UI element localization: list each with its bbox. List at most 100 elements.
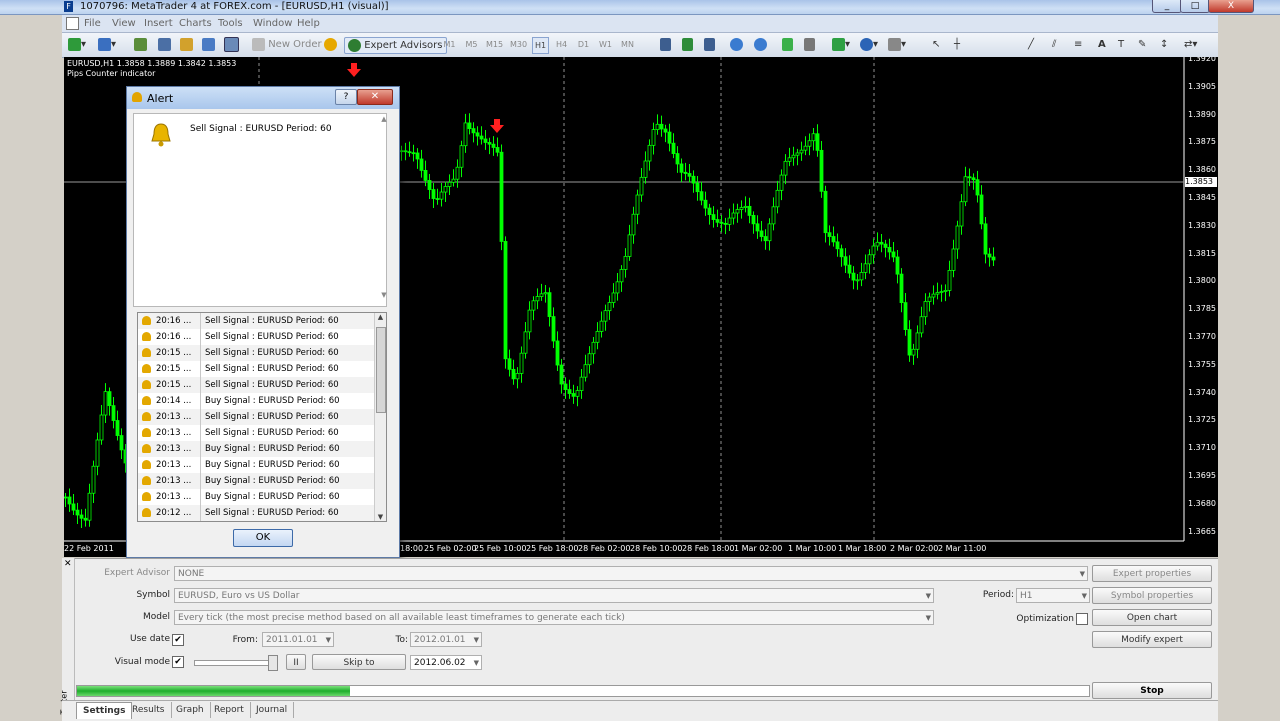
alert-list-scrollbar[interactable]: ▲ ▼: [374, 313, 386, 521]
navigator-icon[interactable]: [180, 37, 193, 52]
to-date-picker[interactable]: 2012.01.01 ▼: [410, 632, 482, 647]
menu-charts[interactable]: Charts: [179, 18, 212, 29]
use-date-checkbox[interactable]: ✔: [172, 634, 184, 646]
maximize-button[interactable]: □: [1180, 0, 1210, 13]
autoscroll-icon[interactable]: [782, 37, 793, 52]
timeframe-m15[interactable]: M15: [486, 37, 503, 52]
alert-list-row[interactable]: 20:13 ... Buy Signal : EURUSD Period: 60: [138, 489, 374, 505]
message-scrollbar[interactable]: ▲ ▼: [380, 115, 388, 303]
alert-list-row[interactable]: 20:13 ... Buy Signal : EURUSD Period: 60: [138, 457, 374, 473]
alert-list-row[interactable]: 20:13 ... Sell Signal : EURUSD Period: 60: [138, 425, 374, 441]
timeframe-d1[interactable]: D1: [576, 37, 591, 52]
tab-graph[interactable]: Graph: [170, 702, 211, 718]
timeframe-mn[interactable]: MN: [620, 37, 635, 52]
expert-advisor-select[interactable]: NONE ▼: [174, 566, 1088, 581]
stop-button[interactable]: Stop: [1092, 682, 1212, 699]
more-tools-icon[interactable]: ⇄▾: [1184, 37, 1197, 52]
new-chart-icon[interactable]: ▾: [68, 37, 86, 52]
alert-list-row[interactable]: 20:15 ... Sell Signal : EURUSD Period: 60: [138, 377, 374, 393]
candle-body: [591, 341, 596, 355]
zoom-in-icon[interactable]: [730, 37, 743, 52]
strategy-tester-panel: Expert Advisor NONE ▼ Expert properties S…: [62, 558, 1218, 701]
candle-body: [639, 176, 644, 196]
timeframe-w1[interactable]: W1: [598, 37, 613, 52]
expert-properties-button[interactable]: Expert properties: [1092, 565, 1212, 582]
templates-icon[interactable]: ▾: [888, 37, 906, 52]
channel-icon[interactable]: ⫽: [1052, 37, 1056, 52]
pause-button[interactable]: II: [286, 654, 306, 670]
alert-history-list[interactable]: 20:16 ... Sell Signal : EURUSD Period: 60…: [137, 312, 387, 522]
alert-list-row[interactable]: 20:13 ... Sell Signal : EURUSD Period: 60: [138, 409, 374, 425]
optimization-checkbox[interactable]: [1076, 613, 1088, 625]
candle-body: [935, 292, 940, 295]
alert-list-row[interactable]: 20:16 ... Sell Signal : EURUSD Period: 60: [138, 329, 374, 345]
timeframe-m30[interactable]: M30: [510, 37, 527, 52]
periods-icon[interactable]: ▾: [860, 37, 878, 52]
candle-body: [735, 209, 740, 214]
alert-list-row[interactable]: 20:12 ... Sell Signal : EURUSD Period: 60: [138, 505, 374, 521]
fibonacci-icon[interactable]: ≡: [1074, 37, 1082, 52]
open-chart-button[interactable]: Open chart: [1092, 609, 1212, 626]
help-button[interactable]: ?: [335, 89, 357, 105]
alert-list-row[interactable]: 20:16 ... Sell Signal : EURUSD Period: 60: [138, 313, 374, 329]
alert-row-message: Sell Signal : EURUSD Period: 60: [200, 313, 339, 329]
tab-journal[interactable]: Journal: [250, 702, 295, 718]
period-select[interactable]: H1 ▼: [1016, 588, 1090, 603]
strategy-tester-icon[interactable]: [224, 37, 239, 52]
menu-tools[interactable]: Tools: [218, 18, 243, 29]
skip-to-date-picker[interactable]: 2012.06.02 ▼: [410, 655, 482, 670]
chart-shift-icon[interactable]: [804, 37, 815, 52]
bar-chart-icon[interactable]: [660, 37, 671, 52]
close-panel-icon[interactable]: ✕: [64, 559, 72, 569]
alert-close-button[interactable]: ✕: [357, 89, 393, 105]
visual-speed-slider[interactable]: [194, 660, 276, 666]
trendline-icon[interactable]: ╱: [1028, 37, 1034, 52]
menu-view[interactable]: View: [112, 18, 136, 29]
data-window-icon[interactable]: [158, 37, 171, 52]
timeframe-h4[interactable]: H4: [554, 37, 569, 52]
modify-expert-button[interactable]: Modify expert: [1092, 631, 1212, 648]
model-select[interactable]: Every tick (the most precise method base…: [174, 610, 934, 625]
symbol-select[interactable]: EURUSD, Euro vs US Dollar ▼: [174, 588, 934, 603]
visual-mode-checkbox[interactable]: ✔: [172, 656, 184, 668]
new-order-button[interactable]: New Order: [252, 37, 326, 52]
menu-file[interactable]: File: [84, 18, 101, 29]
from-date-picker[interactable]: 2011.01.01 ▼: [262, 632, 334, 647]
timeframe-m5[interactable]: M5: [464, 37, 479, 52]
zoom-out-icon[interactable]: [754, 37, 767, 52]
cursor-icon[interactable]: ↖: [932, 37, 940, 52]
minimize-button[interactable]: _: [1152, 0, 1182, 13]
menu-insert[interactable]: Insert: [144, 18, 173, 29]
timeframe-h1[interactable]: H1: [532, 37, 549, 54]
crosshair-icon[interactable]: ┼: [954, 37, 960, 52]
alert-list-row[interactable]: 20:13 ... Buy Signal : EURUSD Period: 60: [138, 473, 374, 489]
timeframe-m1[interactable]: M1: [442, 37, 457, 52]
close-window-button[interactable]: X: [1208, 0, 1254, 13]
candlestick-icon[interactable]: [682, 37, 693, 52]
alert-list-row[interactable]: 20:13 ... Buy Signal : EURUSD Period: 60: [138, 441, 374, 457]
alert-list-row[interactable]: 20:14 ... Buy Signal : EURUSD Period: 60: [138, 393, 374, 409]
tab-results[interactable]: Results: [126, 702, 172, 718]
pencil-icon[interactable]: ✎: [1138, 37, 1146, 52]
alert-row-time: 20:15 ...: [156, 348, 192, 358]
symbol-properties-button[interactable]: Symbol properties: [1092, 587, 1212, 604]
market-watch-icon[interactable]: [134, 37, 147, 52]
text-icon[interactable]: A: [1098, 37, 1106, 52]
line-chart-icon[interactable]: [704, 37, 715, 52]
indicators-icon[interactable]: ▾: [832, 37, 850, 52]
arrows-icon[interactable]: ↕: [1160, 37, 1168, 52]
ok-button[interactable]: OK: [233, 529, 293, 547]
terminal-icon[interactable]: [202, 37, 215, 52]
tab-report[interactable]: Report: [208, 702, 251, 718]
menu-window[interactable]: Window: [253, 18, 292, 29]
profiles-icon[interactable]: ▾: [98, 37, 116, 52]
alert-list-row[interactable]: 20:15 ... Sell Signal : EURUSD Period: 60: [138, 345, 374, 361]
skip-to-button[interactable]: Skip to: [312, 654, 406, 670]
metaeditor-icon[interactable]: [324, 37, 337, 52]
slider-handle[interactable]: [268, 655, 278, 671]
alert-list-row[interactable]: 20:15 ... Sell Signal : EURUSD Period: 60: [138, 361, 374, 377]
tab-settings[interactable]: Settings: [76, 702, 133, 719]
menu-help[interactable]: Help: [297, 18, 320, 29]
expert-advisors-button[interactable]: Expert Advisors: [344, 37, 447, 54]
text-label-icon[interactable]: T: [1118, 37, 1124, 52]
